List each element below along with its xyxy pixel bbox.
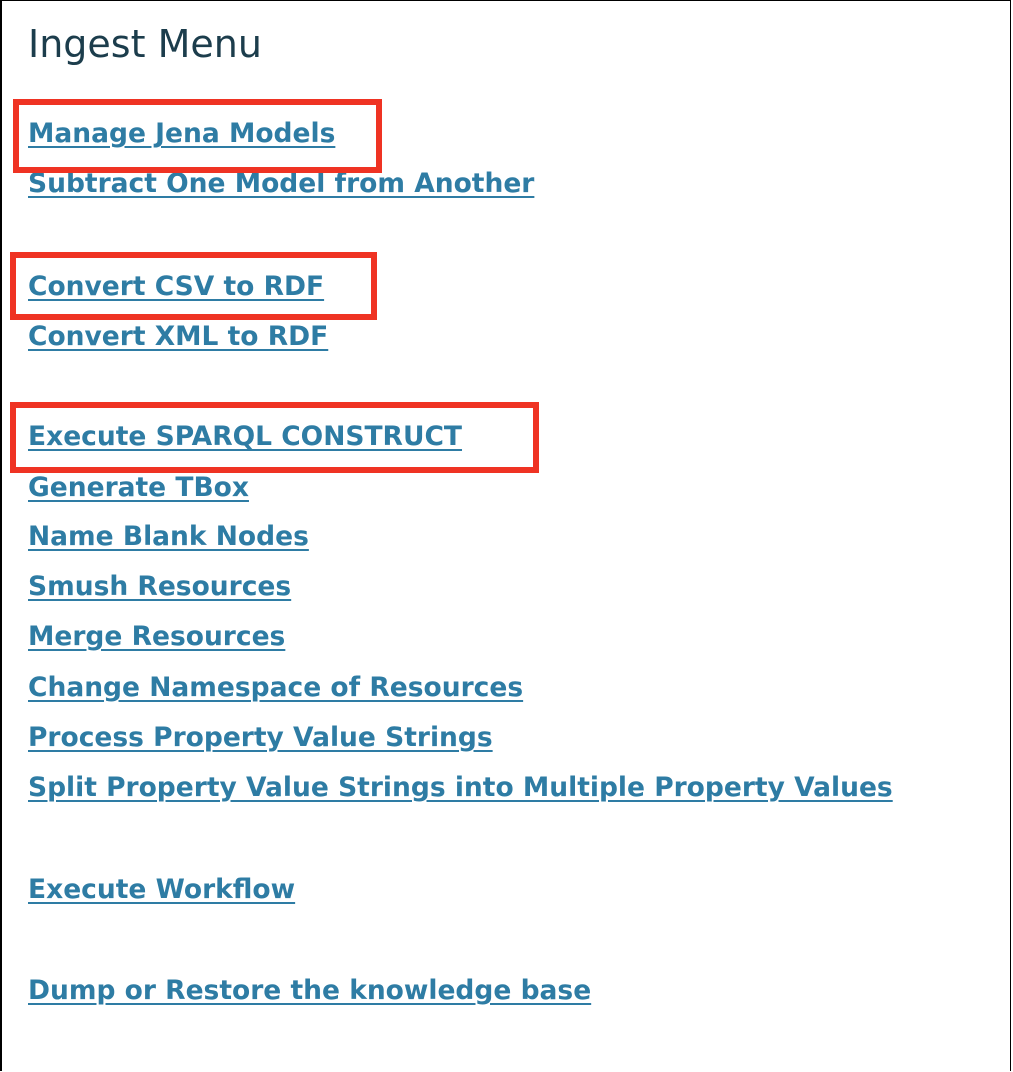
highlight-box-execute-sparql-construct	[10, 402, 539, 473]
menu-link-process-property-value-strings[interactable]: Process Property Value Strings	[28, 721, 493, 755]
menu-link-execute-workflow[interactable]: Execute Workflow	[28, 873, 295, 907]
menu-link-change-namespace[interactable]: Change Namespace of Resources	[28, 671, 523, 705]
menu-link-name-blank-nodes[interactable]: Name Blank Nodes	[28, 520, 309, 554]
menu-link-merge-resources[interactable]: Merge Resources	[28, 620, 285, 654]
menu-link-convert-xml-to-rdf[interactable]: Convert XML to RDF	[28, 320, 328, 354]
menu-link-dump-or-restore[interactable]: Dump or Restore the knowledge base	[28, 974, 591, 1008]
highlight-box-convert-csv-to-rdf	[10, 252, 377, 320]
menu-link-split-property-value-strings[interactable]: Split Property Value Strings into Multip…	[28, 771, 893, 805]
highlight-box-manage-jena-models	[13, 99, 382, 173]
page-title: Ingest Menu	[28, 22, 262, 66]
menu-link-generate-tbox[interactable]: Generate TBox	[28, 471, 249, 505]
menu-link-smush-resources[interactable]: Smush Resources	[28, 570, 291, 604]
